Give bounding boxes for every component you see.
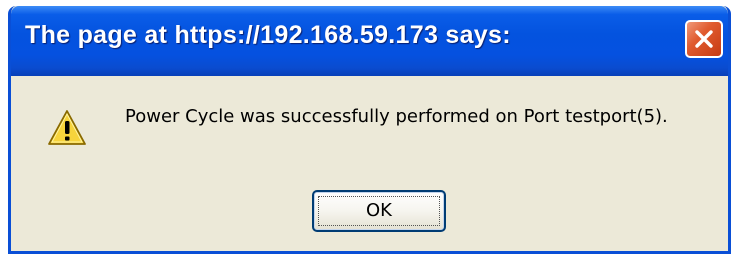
close-button[interactable]	[685, 20, 723, 58]
dialog-body: Power Cycle was successfully performed o…	[11, 76, 728, 251]
ok-button-label: OK	[366, 200, 392, 221]
close-icon	[695, 30, 713, 48]
dialog-title: The page at https://192.168.59.173 says:	[25, 21, 511, 49]
alert-dialog: The page at https://192.168.59.173 says:…	[8, 6, 731, 254]
dialog-message: Power Cycle was successfully performed o…	[125, 106, 668, 127]
warning-icon	[48, 110, 86, 145]
ok-button[interactable]: OK	[312, 190, 446, 232]
title-bar[interactable]: The page at https://192.168.59.173 says:	[11, 6, 728, 76]
